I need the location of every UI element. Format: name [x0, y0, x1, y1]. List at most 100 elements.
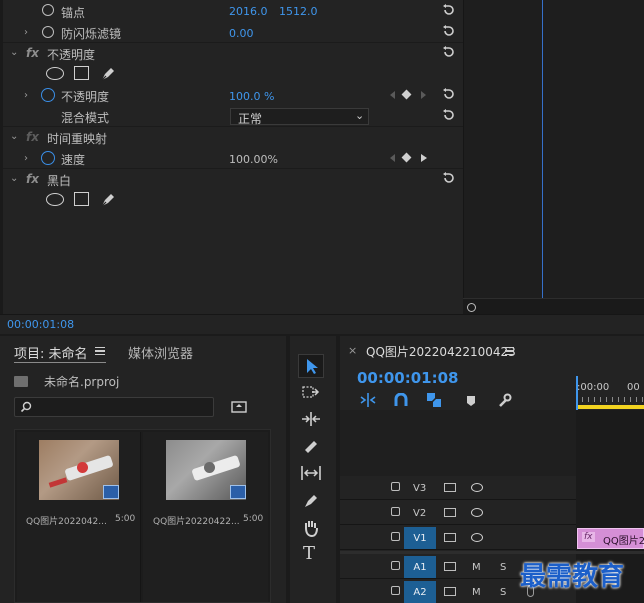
stopwatch-icon[interactable]	[42, 4, 54, 16]
lock-icon[interactable]	[391, 482, 400, 491]
sync-lock-icon[interactable]	[444, 508, 456, 517]
fx-icon[interactable]: fx	[26, 172, 39, 186]
folder-icon	[14, 376, 28, 387]
chevron-down-icon[interactable]: ⌄	[10, 173, 18, 184]
eye-icon[interactable]	[471, 483, 483, 492]
reset-icon[interactable]	[442, 4, 456, 16]
track-target[interactable]: V1	[404, 527, 436, 549]
reset-icon[interactable]	[442, 25, 456, 37]
anchor-y-value[interactable]: 1512.0	[279, 5, 318, 18]
chevron-down-icon[interactable]: ⌄	[10, 131, 18, 142]
sequence-tab[interactable]: QQ图片20220422100423	[366, 343, 516, 360]
lock-icon[interactable]	[391, 561, 400, 570]
track-target[interactable]: A2	[404, 581, 436, 603]
fx-icon[interactable]: fx	[26, 46, 39, 60]
keyframe-playhead	[542, 0, 543, 298]
add-keyframe-icon[interactable]	[401, 89, 412, 100]
wrench-icon[interactable]	[497, 393, 512, 408]
track-select-icon[interactable]	[302, 385, 320, 399]
item-duration: 5:00	[115, 514, 136, 524]
hand-icon[interactable]	[303, 519, 319, 537]
ripple-edit-icon[interactable]	[301, 412, 321, 426]
sync-lock-icon[interactable]	[444, 562, 456, 571]
prev-keyframe-icon[interactable]	[390, 154, 395, 162]
time-ruler[interactable]: :00:00 00	[576, 372, 644, 410]
sync-lock-icon[interactable]	[444, 533, 456, 542]
snap-insert-icon[interactable]	[360, 393, 376, 407]
timeline-timecode[interactable]: 00:00:01:08	[357, 369, 459, 387]
mute-button[interactable]: M	[472, 562, 481, 573]
stopwatch-active-icon[interactable]	[41, 88, 55, 102]
playhead-marker[interactable]	[576, 376, 578, 412]
work-area-bar[interactable]	[576, 405, 644, 409]
rectangle-mask-icon[interactable]	[74, 192, 89, 206]
type-tool-icon[interactable]: T	[303, 543, 315, 564]
blend-mode-value: 正常	[238, 112, 263, 126]
sync-lock-icon[interactable]	[444, 587, 456, 596]
timeline-clip[interactable]: fx QQ图片2	[577, 528, 644, 549]
razor-icon[interactable]	[303, 439, 319, 455]
hamburger-menu-icon[interactable]	[95, 347, 105, 355]
stopwatch-icon[interactable]	[42, 26, 54, 38]
selection-tool-button[interactable]	[298, 354, 324, 378]
reset-icon[interactable]	[442, 46, 456, 58]
lock-icon[interactable]	[391, 586, 400, 595]
effect-timecode[interactable]: 00:00:01:08	[7, 318, 74, 331]
mute-button[interactable]: M	[472, 587, 481, 598]
scroll-handle-icon[interactable]	[467, 303, 476, 312]
pen-icon[interactable]	[303, 493, 319, 509]
search-input[interactable]	[14, 397, 214, 417]
reset-icon[interactable]	[442, 88, 456, 100]
solo-button[interactable]: S	[500, 587, 506, 598]
new-bin-icon[interactable]	[231, 400, 247, 413]
slip-icon[interactable]	[301, 466, 321, 480]
tab-media-browser[interactable]: 媒体浏览器	[128, 343, 193, 362]
chevron-right-icon[interactable]: ›	[24, 90, 28, 101]
arrow-cursor-icon	[307, 359, 318, 374]
track-target[interactable]: A1	[404, 556, 436, 578]
marker-icon[interactable]	[466, 395, 476, 407]
reset-icon[interactable]	[442, 109, 456, 121]
ellipse-mask-icon[interactable]	[46, 67, 64, 80]
reset-icon[interactable]	[442, 172, 456, 184]
sequence-badge-icon	[103, 485, 119, 499]
next-keyframe-icon[interactable]	[421, 154, 427, 162]
tab-project[interactable]: 项目: 未命名	[14, 343, 88, 362]
anchor-x-value[interactable]: 2016.0	[229, 5, 268, 18]
lock-icon[interactable]	[391, 532, 400, 541]
keyframe-area	[463, 0, 644, 314]
linked-selection-icon[interactable]	[426, 392, 442, 408]
close-icon[interactable]: ×	[348, 344, 357, 357]
eye-icon[interactable]	[471, 533, 483, 542]
snap-magnet-icon[interactable]	[394, 393, 408, 407]
speed-value[interactable]: 100.00%	[229, 153, 278, 166]
next-keyframe-icon[interactable]	[421, 91, 426, 99]
rectangle-mask-icon[interactable]	[74, 66, 89, 80]
solo-button[interactable]: S	[500, 562, 506, 573]
list-item[interactable]: QQ图片2022042... 5:00	[17, 432, 141, 602]
speed-label: 速度	[61, 153, 86, 167]
prev-keyframe-icon[interactable]	[390, 91, 395, 99]
anti-flicker-value[interactable]: 0.00	[229, 27, 254, 40]
stopwatch-active-icon[interactable]	[41, 151, 55, 165]
item-name: QQ图片2022042...	[26, 517, 107, 527]
add-keyframe-icon[interactable]	[401, 152, 412, 163]
tools-panel: T	[290, 336, 336, 603]
lock-icon[interactable]	[391, 507, 400, 516]
sync-lock-icon[interactable]	[444, 483, 456, 492]
list-item[interactable]: QQ图片20220422... 5:00	[143, 432, 268, 602]
eye-icon[interactable]	[471, 508, 483, 517]
hamburger-menu-icon[interactable]	[505, 347, 514, 355]
chevron-right-icon[interactable]: ›	[24, 153, 28, 164]
pen-mask-icon[interactable]	[100, 191, 117, 208]
chevron-right-icon[interactable]: ›	[24, 27, 28, 38]
opacity-value[interactable]: 100.0 %	[229, 90, 274, 103]
blend-mode-select[interactable]: 正常 ⌄	[230, 108, 369, 126]
tab-underline	[14, 362, 106, 363]
keyframe-scrollbar[interactable]	[463, 298, 644, 314]
ellipse-mask-icon[interactable]	[46, 193, 64, 206]
opacity-label: 不透明度	[61, 90, 110, 104]
chevron-down-icon[interactable]: ⌄	[10, 47, 18, 58]
pen-mask-icon[interactable]	[100, 65, 117, 82]
track-divider[interactable]	[340, 551, 644, 554]
